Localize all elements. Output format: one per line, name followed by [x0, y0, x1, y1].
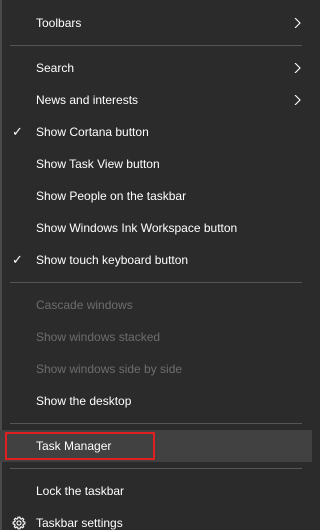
- menu-item-show-task-view-button[interactable]: Show Task View button: [0, 148, 312, 180]
- menu-item-label: Show People on the taskbar: [36, 189, 187, 203]
- menu-item-show-touch-keyboard[interactable]: ✓ Show touch keyboard button: [0, 244, 312, 276]
- menu-item-label: Search: [36, 61, 75, 75]
- menu-item-task-manager[interactable]: Task Manager: [0, 430, 312, 462]
- menu-item-show-windows-side-by-side: Show windows side by side: [0, 353, 312, 385]
- chevron-right-icon: [294, 18, 301, 28]
- chevron-right-icon: [294, 95, 301, 105]
- gear-icon: [12, 516, 26, 530]
- menu-item-show-the-desktop[interactable]: Show the desktop: [0, 385, 312, 417]
- menu-separator: [10, 45, 302, 46]
- menu-item-show-people[interactable]: Show People on the taskbar: [0, 180, 312, 212]
- menu-item-label: Lock the taskbar: [36, 484, 125, 498]
- menu-item-label: Show Windows Ink Workspace button: [36, 221, 238, 235]
- menu-item-label: Toolbars: [36, 16, 82, 30]
- menu-item-label: Show Cortana button: [36, 125, 149, 139]
- chevron-right-icon: [294, 63, 301, 73]
- menu-item-label: Show windows stacked: [36, 330, 161, 344]
- menu-item-lock-the-taskbar[interactable]: Lock the taskbar: [0, 475, 312, 507]
- menu-item-label: Task Manager: [36, 439, 112, 453]
- menu-item-show-cortana-button[interactable]: ✓ Show Cortana button: [0, 116, 312, 148]
- menu-item-show-ink-workspace[interactable]: Show Windows Ink Workspace button: [0, 212, 312, 244]
- menu-item-taskbar-settings[interactable]: Taskbar settings: [0, 507, 312, 530]
- checkmark-icon: ✓: [12, 124, 23, 139]
- checkmark-icon: ✓: [12, 252, 23, 267]
- menu-separator: [10, 468, 302, 469]
- menu-item-news-and-interests[interactable]: News and interests: [0, 84, 312, 116]
- menu-item-toolbars[interactable]: Toolbars: [0, 7, 312, 39]
- menu-item-cascade-windows: Cascade windows: [0, 289, 312, 321]
- menu-item-show-windows-stacked: Show windows stacked: [0, 321, 312, 353]
- menu-item-label: Show windows side by side: [36, 362, 183, 376]
- menu-item-label: News and interests: [36, 93, 139, 107]
- menu-item-label: Taskbar settings: [36, 516, 123, 530]
- menu-item-search[interactable]: Search: [0, 52, 312, 84]
- menu-item-label: Cascade windows: [36, 298, 133, 312]
- menu-separator: [10, 423, 302, 424]
- menu-separator: [10, 282, 302, 283]
- menu-item-label: Show the desktop: [36, 394, 132, 408]
- menu-item-label: Show touch keyboard button: [36, 253, 189, 267]
- taskbar-context-menu: Toolbars Search News and interests ✓ Sho…: [0, 0, 312, 530]
- menu-item-label: Show Task View button: [36, 157, 160, 171]
